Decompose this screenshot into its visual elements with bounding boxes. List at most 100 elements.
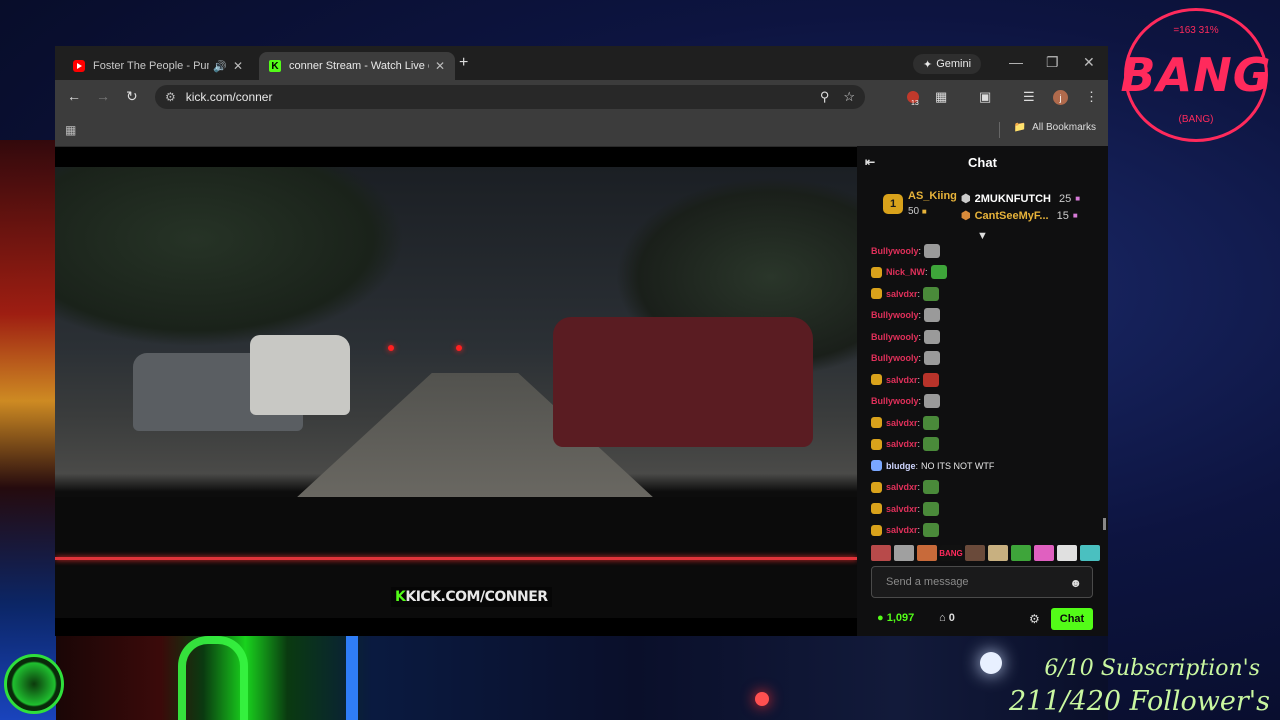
- emote-icon: [924, 308, 941, 323]
- medal-icon: ⬢: [961, 193, 971, 205]
- back-icon[interactable]: ←: [67, 88, 81, 104]
- leader-third-name: CantSeeMyF...: [974, 209, 1049, 222]
- leader-third[interactable]: ⬢ CantSeeMyF... 15 ■: [961, 209, 1078, 223]
- leader-third-count: 15: [1056, 209, 1069, 222]
- subscriber-badge-icon: [871, 524, 882, 536]
- gemini-label: Gemini: [936, 58, 972, 70]
- subscriber-badge-icon: [871, 266, 882, 278]
- chat-username[interactable]: Bullywooly: [871, 353, 919, 363]
- minimize-icon[interactable]: —: [1009, 54, 1023, 70]
- emote-quick-icon[interactable]: [894, 545, 914, 561]
- bang-logo-arc-top: =163 31%: [1173, 25, 1219, 36]
- leader-second-name: 2MUKNFUTCH: [974, 192, 1051, 205]
- emote-quick-icon[interactable]: [1057, 545, 1077, 561]
- new-tab-button[interactable]: +: [459, 54, 468, 72]
- chat-username[interactable]: salvdxr: [886, 418, 918, 428]
- zoom-icon[interactable]: ⚲: [820, 89, 830, 105]
- emote-quick-icon[interactable]: [871, 545, 891, 561]
- apps-grid-icon[interactable]: ▦: [65, 123, 76, 137]
- parked-suv: [553, 317, 813, 447]
- emote-quick-icon[interactable]: [988, 545, 1008, 561]
- emoji-icon[interactable]: ☻: [1069, 576, 1082, 590]
- url-text: kick.com/conner: [185, 90, 273, 104]
- bookmark-star-icon[interactable]: ☆: [843, 89, 855, 105]
- gemini-button[interactable]: ✦ Gemini: [913, 54, 982, 74]
- leader-second[interactable]: ⬢ 2MUKNFUTCH 25 ■: [961, 192, 1080, 206]
- chat-message: Bullywooly:: [871, 326, 1101, 348]
- chat-username[interactable]: Nick_NW: [886, 267, 925, 277]
- tab-youtube[interactable]: Foster The People - Pumped Up Kicks 🔊 ✕: [63, 52, 253, 80]
- profile-avatar[interactable]: j: [1053, 90, 1068, 105]
- forward-icon[interactable]: →: [96, 88, 110, 104]
- stream-watermark: KKICK.COM/CONNER: [391, 587, 552, 607]
- chat-header: ⇤ Chat: [857, 146, 1108, 178]
- send-chat-button[interactable]: Chat: [1051, 608, 1093, 630]
- chat-username[interactable]: Bullywooly: [871, 310, 919, 320]
- extensions-icon[interactable]: ▦: [935, 89, 947, 105]
- site-settings-icon[interactable]: ⚙: [165, 90, 176, 104]
- chat-message: salvdxr:: [871, 477, 1101, 499]
- chat-username[interactable]: Bullywooly: [871, 246, 919, 256]
- chat-message: Bullywooly:: [871, 348, 1101, 370]
- chat-scrollbar[interactable]: [1103, 518, 1106, 530]
- chat-separator: :: [918, 245, 922, 256]
- chat-username[interactable]: salvdxr: [886, 439, 918, 449]
- emote-icon: [924, 243, 941, 258]
- folder-icon: 📁: [1013, 122, 1027, 133]
- emote-icon: [924, 351, 941, 366]
- chat-username[interactable]: salvdxr: [886, 289, 918, 299]
- leader-first-name[interactable]: AS_Kiing: [908, 190, 957, 202]
- emote-icon: [924, 329, 941, 344]
- address-bar[interactable]: ⚙ kick.com/conner ⚲ ☆: [155, 85, 865, 109]
- kicks-balance[interactable]: ● 1,097: [877, 612, 914, 624]
- emote-quick-icon[interactable]: [917, 545, 937, 561]
- chat-username[interactable]: salvdxr: [886, 375, 918, 385]
- video-player[interactable]: KKICK.COM/CONNER: [55, 167, 857, 618]
- restore-icon[interactable]: ❐: [1046, 54, 1059, 71]
- tab-kick[interactable]: K conner Stream - Watch Live on Kick ✕: [259, 52, 455, 80]
- message-input[interactable]: Send a message ☻: [871, 566, 1093, 598]
- neon-sign-left: [0, 140, 56, 720]
- emote-quick-icon[interactable]: [1011, 545, 1031, 561]
- chat-username[interactable]: Bullywooly: [871, 396, 919, 406]
- bang-logo: =163 31% BANG (BANG): [1121, 8, 1270, 142]
- chat-message: salvdxr:: [871, 412, 1101, 434]
- kick-logo-icon: K: [395, 589, 406, 605]
- menu-icon[interactable]: ⋮: [1085, 89, 1098, 105]
- chat-message: bludge: NO ITS NOT WTF: [871, 455, 1101, 477]
- close-window-icon[interactable]: ✕: [1083, 54, 1095, 71]
- emote-quick-icon[interactable]: [965, 545, 985, 561]
- traffic-light: [456, 345, 462, 351]
- extension-badge-icon[interactable]: 13: [907, 91, 919, 107]
- kick-icon: K: [269, 60, 281, 72]
- chat-username[interactable]: salvdxr: [886, 482, 918, 492]
- close-tab-icon[interactable]: ✕: [435, 59, 445, 73]
- chat-message-text: NO ITS NOT WTF: [921, 460, 995, 471]
- chat-username[interactable]: salvdxr: [886, 525, 918, 535]
- subscriber-badge-icon: [871, 417, 882, 429]
- chat-username[interactable]: Bullywooly: [871, 332, 919, 342]
- leader-second-count: 25: [1059, 192, 1072, 205]
- chat-footer: ● 1,097 ⌂ 0 ⚙ Chat: [857, 604, 1108, 636]
- red-light: [755, 692, 769, 706]
- gift-leaderboard: 1 AS_Kiing 50 ■ ⬢ 2MUKNFUTCH 25 ■ ⬢ Cant…: [857, 182, 1108, 236]
- emote-icon: [923, 415, 940, 430]
- store-button[interactable]: ⌂ 0: [939, 612, 955, 624]
- reload-icon[interactable]: ↻: [126, 88, 138, 105]
- emote-quick-icon[interactable]: [1034, 545, 1054, 561]
- chat-username[interactable]: salvdxr: [886, 504, 918, 514]
- close-tab-icon[interactable]: ✕: [233, 59, 243, 73]
- cast-icon[interactable]: ▣: [979, 89, 991, 105]
- speaker-icon[interactable]: 🔊: [213, 60, 227, 73]
- all-bookmarks-button[interactable]: 📁 All Bookmarks: [1014, 122, 1096, 133]
- chat-title: Chat: [968, 154, 997, 170]
- sparkle-icon: ✦: [923, 58, 933, 71]
- chat-username[interactable]: bludge: [886, 461, 916, 471]
- toolbar: ← → ↻ ⚙ kick.com/conner ⚲ ☆ 13 ▦ ▣ ☰ j ⋮: [55, 80, 1108, 114]
- emote-quick-icon[interactable]: BANG: [939, 545, 963, 561]
- media-controls-icon[interactable]: ☰: [1023, 89, 1035, 105]
- medal-icon: ⬢: [961, 210, 971, 222]
- emote-quick-icon[interactable]: [1080, 545, 1100, 561]
- settings-icon[interactable]: ⚙: [1029, 612, 1040, 626]
- collapse-chat-icon[interactable]: ⇤: [865, 155, 875, 169]
